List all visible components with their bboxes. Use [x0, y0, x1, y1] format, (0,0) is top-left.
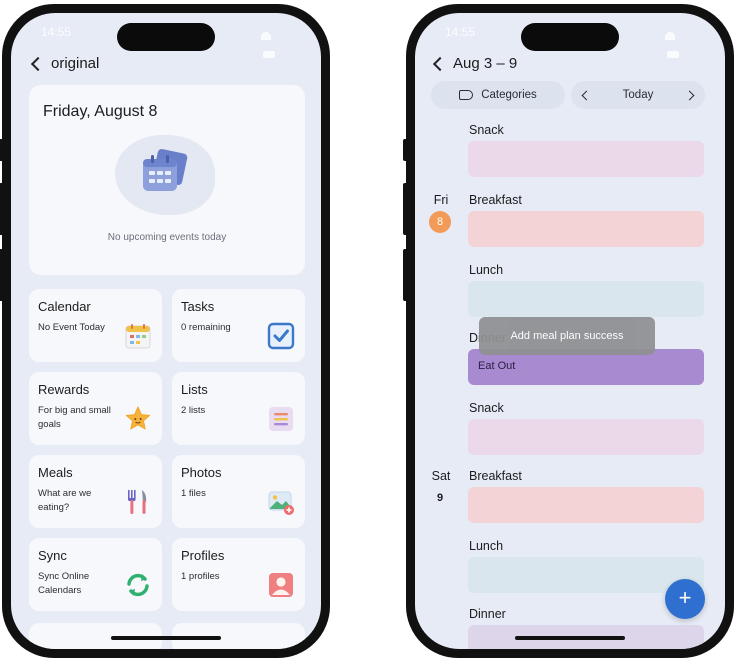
- tile-title: Calendar: [38, 299, 91, 314]
- photo-icon: [268, 491, 294, 515]
- tile-sync[interactable]: Sync Sync Online Calendars: [29, 538, 162, 611]
- tile-photos[interactable]: Photos 1 files: [172, 455, 305, 528]
- tile-subtitle: 1 files: [181, 488, 206, 499]
- status-time: 14:55: [445, 25, 476, 39]
- feature-grid: Calendar No Event Today Tasks 0 remainin…: [29, 289, 305, 611]
- tile-meals[interactable]: Meals What are we eating?: [29, 455, 162, 528]
- day-name-sat: Sat: [431, 469, 451, 483]
- home-screen: 14:55 original Friday, August 8 No upcom…: [11, 13, 321, 649]
- tile-subtitle: 0 remaining: [181, 322, 231, 333]
- meal-slot-breakfast[interactable]: [468, 211, 704, 247]
- meal-label-lunch: Lunch: [469, 539, 504, 553]
- mute-switch: [0, 139, 4, 161]
- chevron-left-icon: [30, 56, 46, 71]
- calendar-illustration-icon: [143, 148, 188, 191]
- meal-toolbar: Categories Today: [431, 81, 711, 109]
- right-phone-frame: 14:55 Aug 3 – 9 Categories Today Snack F…: [403, 4, 734, 658]
- tile-rewards[interactable]: Rewards For big and small goals: [29, 372, 162, 445]
- categories-label: Categories: [481, 89, 537, 101]
- volume-up-button: [0, 183, 4, 235]
- meal-label-snack: Snack: [469, 401, 504, 415]
- chevron-left-icon: [432, 56, 448, 71]
- meal-entry-text: Eat Out: [478, 360, 516, 372]
- tile-title: Lists: [181, 382, 208, 397]
- tile-lists[interactable]: Lists 2 lists: [172, 372, 305, 445]
- meal-label-lunch: Lunch: [469, 263, 504, 277]
- home-indicator[interactable]: [515, 636, 625, 640]
- tile-title: Rewards: [38, 382, 90, 397]
- success-toast: Add meal plan success: [479, 317, 655, 355]
- tile-subtitle: 2 lists: [181, 405, 206, 416]
- tile-subtitle: What are we eating?: [38, 488, 92, 513]
- tile-title: Meals: [38, 465, 73, 480]
- meal-slot-snack[interactable]: [468, 141, 704, 177]
- status-icons: [665, 27, 691, 58]
- tag-icon: [459, 90, 474, 100]
- meal-label-snack: Snack: [469, 123, 504, 137]
- volume-down-button: [403, 249, 408, 301]
- meal-label-dinner: Dinner: [469, 607, 506, 621]
- today-button[interactable]: Today: [623, 89, 654, 101]
- left-phone-frame: 14:55 original Friday, August 8 No upcom…: [0, 4, 330, 658]
- week-range-title: Aug 3 – 9: [453, 55, 518, 72]
- chevron-right-icon[interactable]: [684, 90, 695, 100]
- day-name-fri: Fri: [433, 193, 449, 207]
- sync-icon: [127, 573, 149, 597]
- meal-slot-lunch[interactable]: [468, 281, 704, 317]
- tile-subtitle: Sync Online Calendars: [38, 571, 90, 596]
- chevron-left-icon[interactable]: [581, 90, 592, 100]
- tile-title: Profiles: [181, 548, 225, 563]
- tile-profiles[interactable]: Profiles 1 profiles: [172, 538, 305, 611]
- tile-tasks[interactable]: Tasks 0 remaining: [172, 289, 305, 362]
- meal-label-breakfast: Breakfast: [469, 193, 522, 207]
- back-label: original: [51, 55, 100, 72]
- meal-slot-breakfast[interactable]: [468, 487, 704, 523]
- tile-title: Photos: [181, 465, 222, 480]
- tile-subtitle: For big and small goals: [38, 405, 111, 430]
- meal-slot-snack[interactable]: [468, 419, 704, 455]
- status-time: 14:55: [41, 25, 72, 39]
- add-meal-button[interactable]: +: [665, 579, 705, 619]
- volume-down-button: [0, 249, 4, 301]
- calendar-icon: [125, 324, 151, 349]
- profile-icon: [269, 573, 293, 597]
- tile-subtitle: 1 profiles: [181, 571, 220, 582]
- tile-title: Tasks: [181, 299, 215, 314]
- status-icons: [261, 27, 287, 58]
- home-indicator[interactable]: [111, 636, 221, 640]
- day-number: 9: [436, 492, 444, 504]
- list-icon: [269, 407, 293, 431]
- today-card[interactable]: Friday, August 8 No upcoming events toda…: [29, 85, 305, 275]
- utensils-icon: [128, 490, 147, 514]
- mute-switch: [403, 139, 408, 161]
- day-number-today-badge: 8: [429, 211, 451, 233]
- categories-button[interactable]: Categories: [431, 81, 565, 109]
- back-button[interactable]: Aug 3 – 9: [432, 55, 518, 72]
- meal-plan-screen: 14:55 Aug 3 – 9 Categories Today Snack F…: [415, 13, 725, 649]
- date-title: Friday, August 8: [43, 103, 158, 120]
- date-navigator: Today: [571, 81, 705, 109]
- back-button[interactable]: original: [30, 55, 100, 72]
- dynamic-island: [521, 23, 619, 51]
- volume-up-button: [403, 183, 408, 235]
- tile-calendar[interactable]: Calendar No Event Today: [29, 289, 162, 362]
- star-icon: [125, 406, 151, 430]
- checkbox-icon: [267, 322, 295, 350]
- empty-events-message: No upcoming events today: [107, 232, 227, 243]
- dynamic-island: [117, 23, 215, 51]
- tile-title: Sync: [38, 548, 67, 563]
- meal-label-breakfast: Breakfast: [469, 469, 522, 483]
- tile-subtitle: No Event Today: [38, 322, 105, 333]
